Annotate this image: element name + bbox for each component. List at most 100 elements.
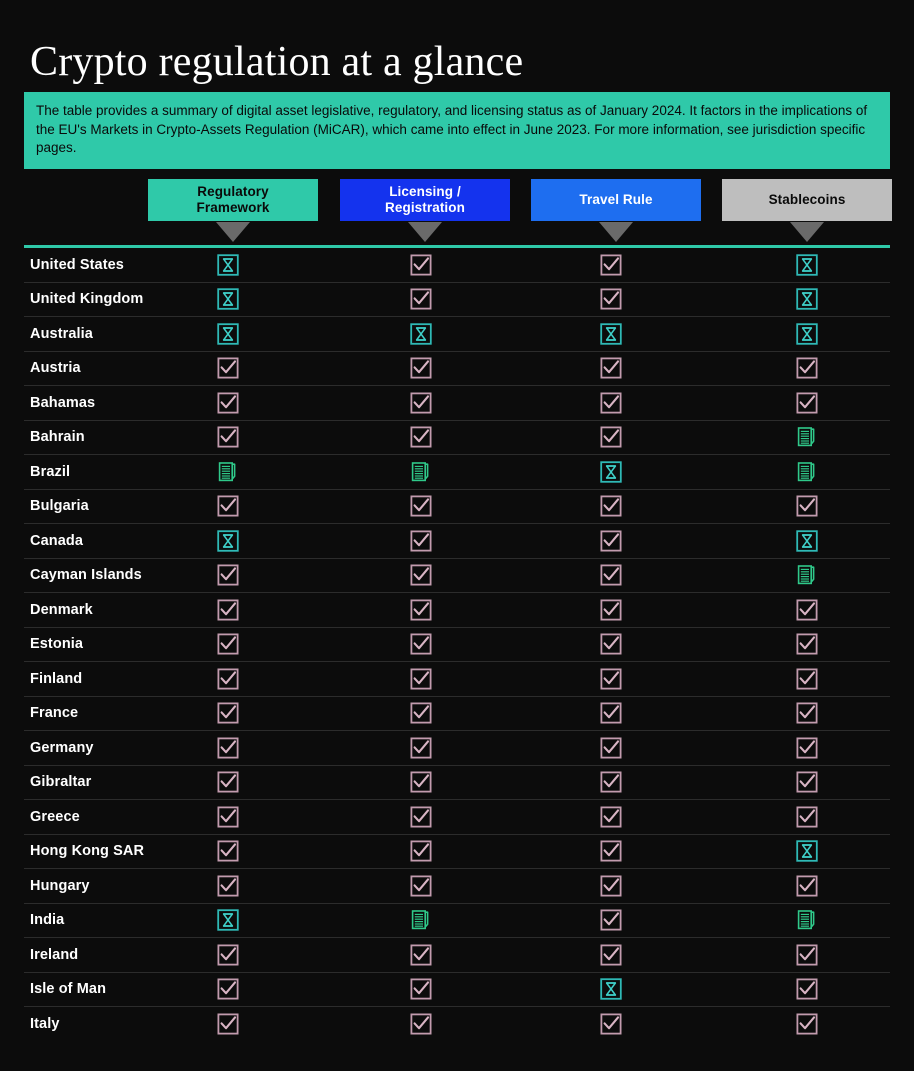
status-check-icon (410, 771, 432, 793)
country-name: Finland (30, 670, 83, 687)
column-header-label: Regulatory Framework (196, 184, 270, 215)
column-sort-arrow-stablecoins[interactable] (790, 222, 824, 242)
table-row[interactable]: Greece (24, 800, 890, 835)
status-check-icon (600, 668, 622, 690)
status-check-icon (410, 633, 432, 655)
country-name: Ireland (30, 946, 79, 963)
status-document-icon (410, 909, 432, 931)
status-check-icon (600, 426, 622, 448)
table-row[interactable]: Italy (24, 1007, 890, 1042)
table-row[interactable]: Canada (24, 524, 890, 559)
status-check-icon (217, 426, 239, 448)
status-check-icon (410, 599, 432, 621)
country-name: Australia (30, 325, 93, 342)
status-check-icon (217, 495, 239, 517)
status-check-icon (217, 702, 239, 724)
country-name: Gibraltar (30, 774, 92, 791)
table-row[interactable]: Germany (24, 731, 890, 766)
status-check-icon (217, 737, 239, 759)
status-hourglass-icon (600, 978, 622, 1000)
column-header-label: Licensing / Registration (385, 184, 465, 215)
status-document-icon (796, 909, 818, 931)
table-row[interactable]: Estonia (24, 628, 890, 662)
country-name: Italy (30, 1016, 60, 1033)
table-row[interactable]: Bahamas (24, 386, 890, 421)
status-check-icon (410, 737, 432, 759)
status-check-icon (600, 702, 622, 724)
table-row[interactable]: Brazil (24, 455, 890, 490)
column-header-stablecoins[interactable]: Stablecoins (722, 179, 892, 221)
column-sort-arrow-travel_rule[interactable] (599, 222, 633, 242)
bottom-spacer (0, 1045, 914, 1071)
table-row[interactable]: Hong Kong SAR (24, 835, 890, 869)
table-row[interactable]: Bahrain (24, 421, 890, 455)
status-check-icon (217, 806, 239, 828)
table-row[interactable]: Finland (24, 662, 890, 697)
table-row[interactable]: Australia (24, 317, 890, 352)
table-row[interactable]: Gibraltar (24, 766, 890, 800)
status-hourglass-icon (600, 461, 622, 483)
country-name: United States (30, 256, 124, 273)
status-check-icon (410, 978, 432, 1000)
table-row[interactable]: Austria (24, 352, 890, 386)
country-name: Brazil (30, 463, 71, 480)
column-header-travel_rule[interactable]: Travel Rule (531, 179, 701, 221)
status-check-icon (410, 806, 432, 828)
table-row[interactable]: Cayman Islands (24, 559, 890, 593)
table-row[interactable]: Isle of Man (24, 973, 890, 1007)
status-check-icon (796, 633, 818, 655)
table-row[interactable]: Bulgaria (24, 490, 890, 524)
status-hourglass-icon (796, 254, 818, 276)
column-sort-arrow-regulatory_framework[interactable] (216, 222, 250, 242)
column-sort-arrow-licensing_registration[interactable] (408, 222, 442, 242)
country-name: France (30, 705, 79, 722)
status-check-icon (796, 737, 818, 759)
status-check-icon (217, 564, 239, 586)
status-check-icon (796, 599, 818, 621)
status-hourglass-icon (796, 530, 818, 552)
table-row[interactable]: United Kingdom (24, 283, 890, 317)
regulation-table: United States United Kingdom Australia Aust… (24, 245, 890, 1042)
status-check-icon (600, 1013, 622, 1035)
table-row[interactable]: France (24, 697, 890, 731)
status-hourglass-icon (217, 323, 239, 345)
table-row[interactable]: Denmark (24, 593, 890, 628)
country-name: Cayman Islands (30, 567, 142, 584)
status-check-icon (410, 1013, 432, 1035)
status-check-icon (410, 564, 432, 586)
status-document-icon (217, 461, 239, 483)
status-check-icon (410, 254, 432, 276)
status-check-icon (600, 944, 622, 966)
column-header-licensing_registration[interactable]: Licensing / Registration (340, 179, 510, 221)
status-hourglass-icon (217, 530, 239, 552)
status-hourglass-icon (600, 323, 622, 345)
status-check-icon (600, 530, 622, 552)
country-name: Bulgaria (30, 498, 89, 515)
page-title: Crypto regulation at a glance (30, 39, 524, 86)
column-header-label: Stablecoins (768, 192, 846, 207)
status-check-icon (217, 357, 239, 379)
table-row[interactable]: United States (24, 248, 890, 283)
table-row[interactable]: Ireland (24, 938, 890, 973)
status-check-icon (796, 702, 818, 724)
column-header-regulatory_framework[interactable]: Regulatory Framework (148, 179, 318, 221)
status-check-icon (217, 840, 239, 862)
status-document-icon (410, 461, 432, 483)
country-name: Hungary (30, 877, 90, 894)
status-check-icon (600, 564, 622, 586)
status-check-icon (796, 771, 818, 793)
table-row[interactable]: Hungary (24, 869, 890, 904)
status-check-icon (410, 426, 432, 448)
status-check-icon (600, 806, 622, 828)
country-name: Isle of Man (30, 981, 107, 998)
country-name: India (30, 912, 65, 929)
status-hourglass-icon (217, 254, 239, 276)
intro-banner: The table provides a summary of digital … (24, 92, 890, 169)
status-check-icon (217, 978, 239, 1000)
status-hourglass-icon (796, 288, 818, 310)
table-row[interactable]: India (24, 904, 890, 938)
status-check-icon (410, 944, 432, 966)
status-check-icon (217, 392, 239, 414)
status-check-icon (410, 702, 432, 724)
status-check-icon (410, 392, 432, 414)
